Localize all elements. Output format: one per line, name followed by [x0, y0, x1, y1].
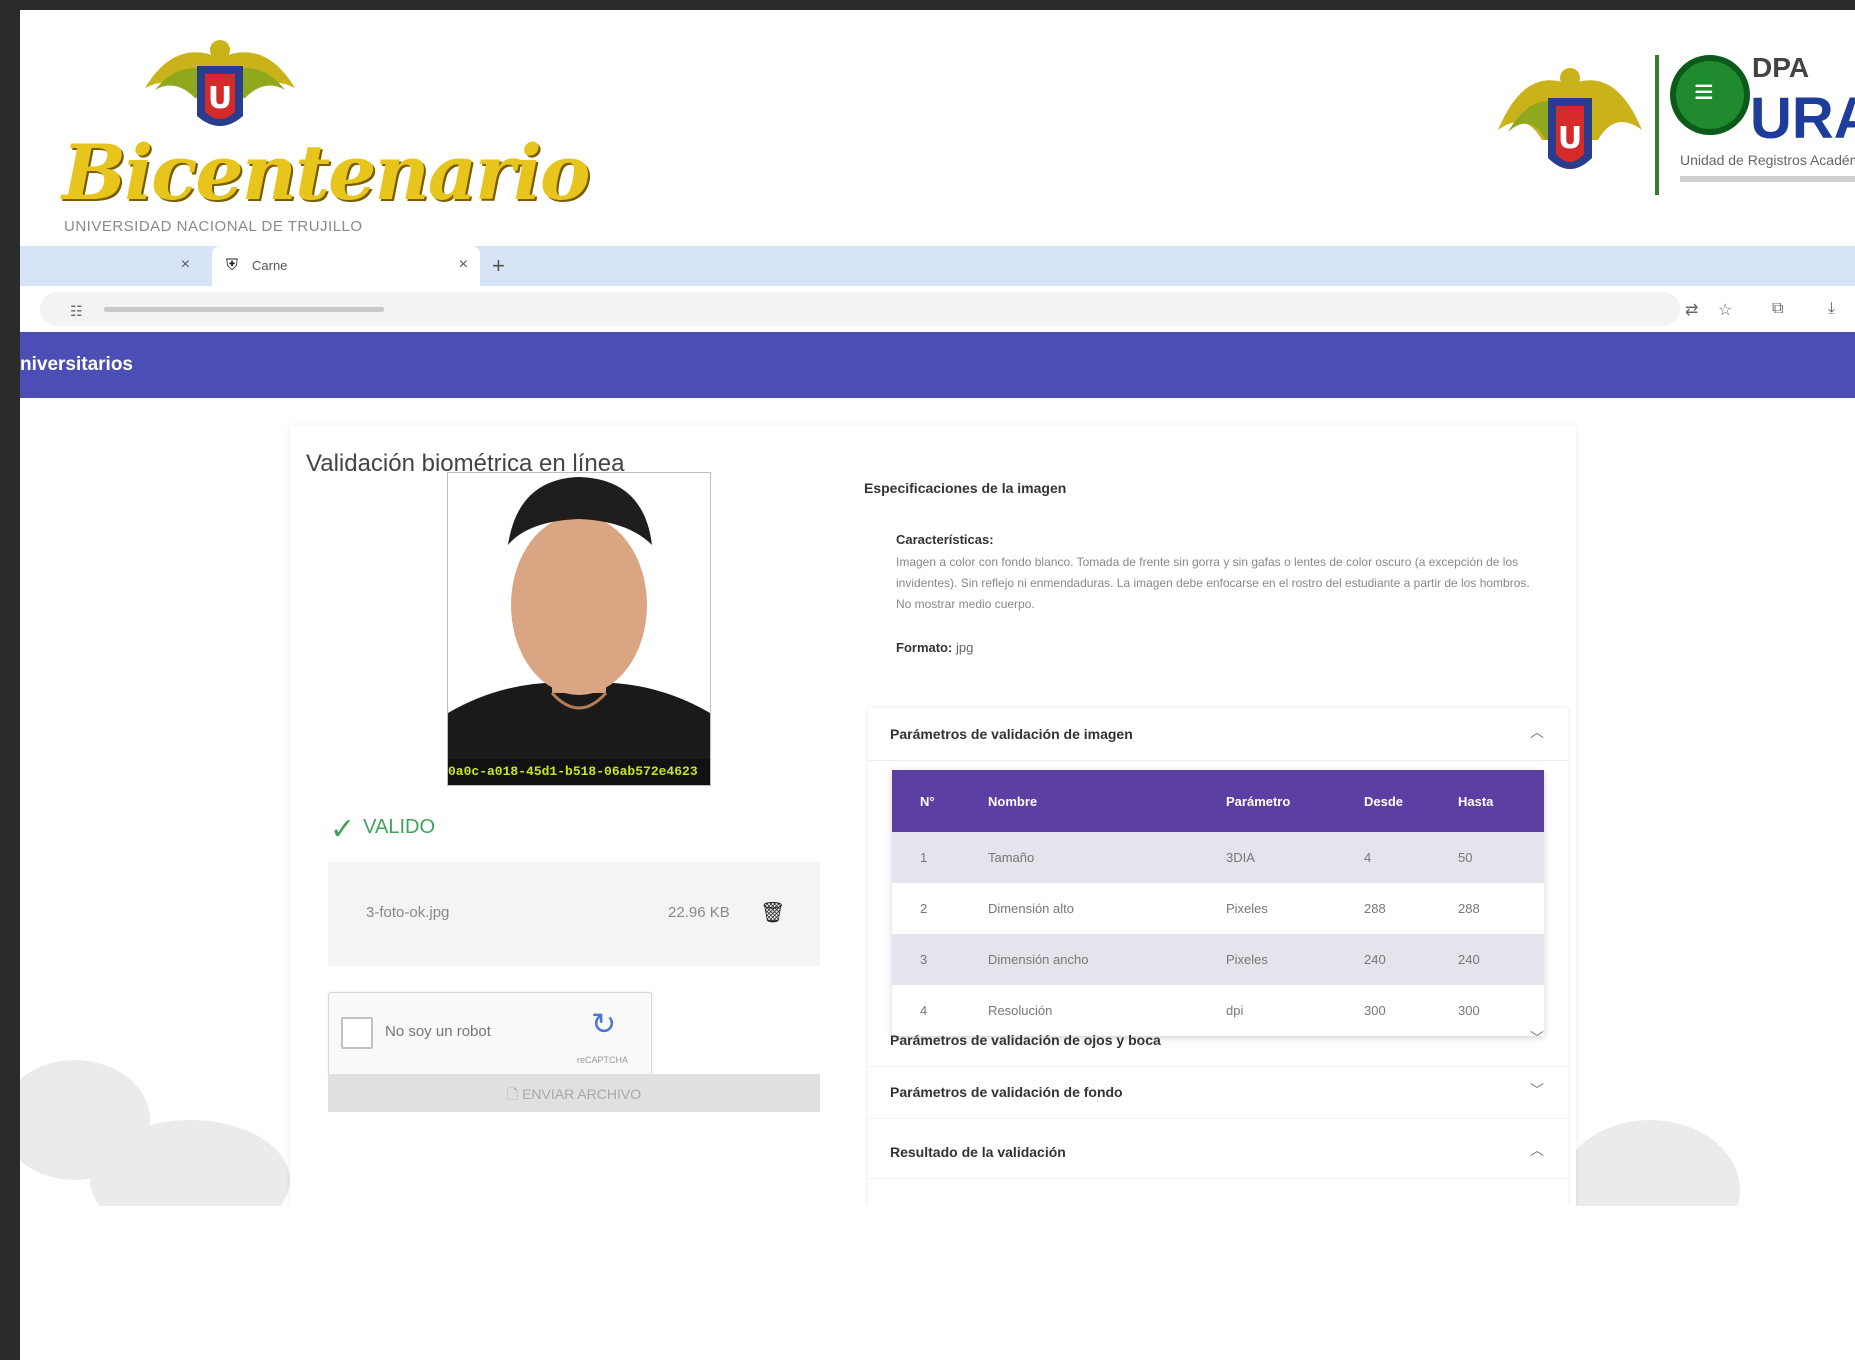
ura-emblem-icon: ≡: [1670, 55, 1750, 135]
accordion-background[interactable]: Parámetros de validación de fondo ﹀: [868, 1066, 1568, 1119]
validation-status: ✓ VALIDO: [330, 806, 436, 846]
accordion-title: Resultado de la validación: [890, 1144, 1066, 1160]
navbar-title[interactable]: niversitarios: [20, 354, 133, 376]
chevron-down-icon: ﹀: [1530, 1030, 1544, 1046]
cell-from: 240: [1364, 934, 1458, 985]
url-field[interactable]: ☷: [40, 292, 1680, 326]
col-header-to: Hasta: [1458, 770, 1544, 832]
unt-crest-icon: U: [1498, 68, 1642, 169]
page-bottom-area: [20, 1206, 1855, 1360]
url-text-blurred: [104, 307, 384, 312]
uploaded-file-row: 3-foto-ok.jpg 22.96 KB 🗑: [328, 862, 820, 966]
format-line: Formato: jpg: [896, 640, 973, 655]
recaptcha-widget: No soy un robot ↻ reCAPTCHA: [328, 992, 652, 1076]
captcha-checkbox[interactable]: [341, 1017, 373, 1049]
cell-from: 4: [1364, 832, 1458, 883]
bicentenario-logo: U Bicentenario UNIVERSIDAD NACIONAL DE T…: [40, 28, 591, 238]
file-name: 3-foto-ok.jpg: [366, 904, 450, 921]
accordion-image-params[interactable]: Parámetros de validación de imagen ︿: [868, 708, 1568, 761]
browser-address-bar: ☷ ⇄ ☆ ⧉ ⤓: [20, 286, 1855, 333]
star-icon[interactable]: ☆: [1718, 300, 1732, 320]
send-button-label: ENVIAR ARCHIVO: [522, 1086, 642, 1102]
svg-text:U: U: [1558, 121, 1582, 156]
accordion-title: Parámetros de validación de ojos y boca: [890, 1032, 1161, 1048]
cell-number: 2: [892, 883, 988, 934]
site-navbar: niversitarios: [20, 332, 1855, 398]
validation-card: Validación biométrica en línea 0a0c-a018…: [290, 426, 1576, 1206]
ura-subtitle: Unidad de Registros Académicos: [1680, 152, 1855, 168]
new-tab-button[interactable]: +: [492, 253, 505, 279]
table-row: 2 Dimensión alto Pixeles 288 288: [892, 883, 1544, 934]
cell-parameter: 3DIA: [1226, 832, 1364, 883]
translate-icon[interactable]: ⇄: [1685, 300, 1698, 320]
cell-parameter: Pixeles: [1226, 934, 1364, 985]
chevron-down-icon: ﹀: [1530, 1082, 1544, 1098]
table-row: 1 Tamaño 3DIA 4 50: [892, 832, 1544, 883]
close-tab-icon[interactable]: ×: [459, 256, 468, 274]
cell-name: Dimensión ancho: [988, 934, 1226, 985]
format-label: Formato:: [896, 640, 953, 655]
cell-name: Tamaño: [988, 832, 1226, 883]
cell-number: 3: [892, 934, 988, 985]
cell-to: 50: [1458, 832, 1544, 883]
specs-title: Especificaciones de la imagen: [864, 480, 1067, 496]
cell-from: 288: [1364, 883, 1458, 934]
chevron-up-icon: ︿: [1530, 724, 1544, 740]
characteristics-text: Imagen a color con fondo blanco. Tomada …: [896, 555, 1530, 611]
col-header-from: Desde: [1364, 770, 1458, 832]
screen-frame: U Bicentenario UNIVERSIDAD NACIONAL DE T…: [20, 10, 1855, 1360]
cell-name: Dimensión alto: [988, 883, 1226, 934]
student-photo: 0a0c-a018-45d1-b518-06ab572e4623: [447, 472, 711, 786]
table-row: 3 Dimensión ancho Pixeles 240 240: [892, 934, 1544, 985]
characteristics-label: Características:: [896, 532, 994, 547]
photo-id-strip: 0a0c-a018-45d1-b518-06ab572e4623: [448, 759, 710, 785]
download-icon[interactable]: ⤓: [1828, 300, 1835, 318]
cell-to: 240: [1458, 934, 1544, 985]
browser-tab-strip: × ⛨ Carne × +: [20, 246, 1855, 286]
parameters-accordion: Parámetros de validación de imagen ︿ N° …: [868, 708, 1568, 1206]
tab-title: Carne: [252, 258, 288, 273]
accordion-eyes-mouth[interactable]: Parámetros de validación de ojos y boca …: [868, 1014, 1568, 1067]
unt-subtitle: UNIVERSIDAD NACIONAL DE TRUJILLO: [64, 218, 363, 235]
dpa-label: DPA: [1752, 52, 1810, 83]
cell-parameter: Pixeles: [1226, 883, 1364, 934]
chevron-up-icon: ︿: [1530, 1142, 1544, 1158]
captcha-label: No soy un robot: [385, 1023, 491, 1040]
extensions-icon[interactable]: ⧉: [1772, 300, 1783, 318]
format-value: jpg: [955, 640, 974, 655]
captcha-brand: reCAPTCHA: [577, 1055, 629, 1065]
shield-icon: ⛨: [226, 257, 239, 274]
close-tab-icon[interactable]: ×: [181, 256, 190, 274]
accordion-result[interactable]: Resultado de la validación ︿: [868, 1126, 1568, 1179]
file-icon: 🗋: [506, 1086, 523, 1102]
table-header-row: N° Nombre Parámetro Desde Hasta: [892, 770, 1544, 832]
accordion-title: Parámetros de validación de fondo: [890, 1084, 1123, 1100]
col-header-number: N°: [892, 770, 988, 832]
checkmark-icon: ✓: [330, 813, 356, 846]
site-info-icon[interactable]: ☷: [70, 303, 83, 320]
browser-tab-inactive[interactable]: ×: [20, 246, 210, 286]
cell-to: 288: [1458, 883, 1544, 934]
file-size: 22.96 KB: [668, 904, 730, 921]
delete-file-icon[interactable]: 🗑: [760, 900, 785, 925]
recaptcha-icon: ↻: [591, 1008, 617, 1041]
send-file-button[interactable]: 🗋 ENVIAR ARCHIVO: [328, 1074, 820, 1112]
cell-number: 1: [892, 832, 988, 883]
svg-text:U: U: [208, 81, 232, 116]
browser-tab-active[interactable]: ⛨ Carne ×: [212, 246, 480, 286]
dpa-ura-logo: U ≡ DPA URA Unidad de Registros Académic…: [1490, 40, 1855, 210]
logo-divider: [1655, 55, 1659, 195]
ura-label: URA: [1750, 86, 1855, 151]
col-header-name: Nombre: [988, 770, 1226, 832]
ura-subtitle-line: [1680, 176, 1855, 182]
portrait-image: [448, 473, 710, 785]
image-params-table: N° Nombre Parámetro Desde Hasta 1 Tamaño…: [892, 770, 1544, 1036]
accordion-title: Parámetros de validación de imagen: [890, 726, 1133, 742]
col-header-parameter: Parámetro: [1226, 770, 1364, 832]
bicentenario-wordmark: Bicentenario: [62, 128, 591, 217]
status-text: VALIDO: [363, 816, 436, 838]
